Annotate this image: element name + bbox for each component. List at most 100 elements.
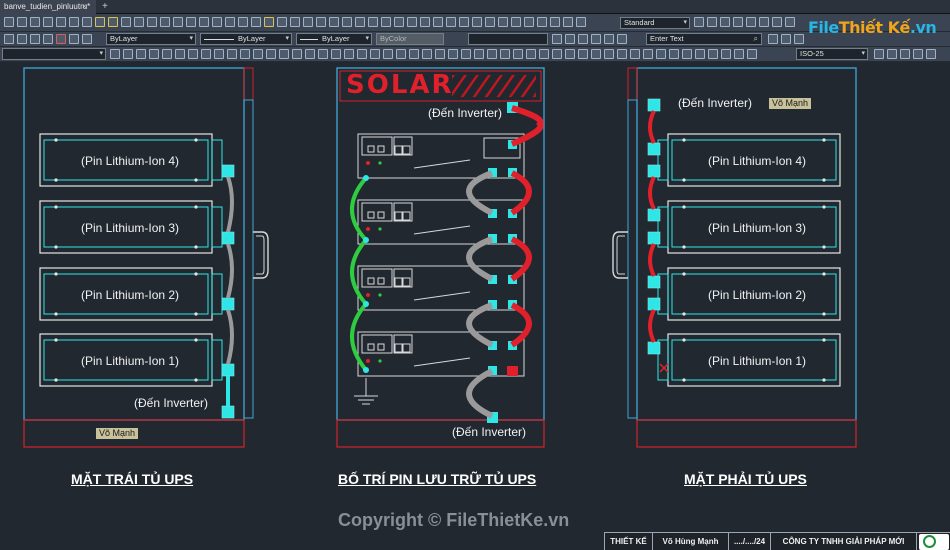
- stretch-icon[interactable]: [381, 17, 391, 27]
- cut-icon[interactable]: [56, 17, 66, 27]
- plot-icon[interactable]: [874, 49, 884, 59]
- erase-icon[interactable]: [277, 17, 287, 27]
- center-mark-icon[interactable]: [292, 49, 302, 59]
- preview-icon[interactable]: [900, 49, 910, 59]
- workspace-dropdown[interactable]: ▾: [2, 48, 106, 60]
- grid-icon[interactable]: [746, 17, 756, 27]
- field-icon[interactable]: [409, 49, 419, 59]
- tolerance-icon[interactable]: [279, 49, 289, 59]
- layout-icon[interactable]: [734, 49, 744, 59]
- linear-dim-icon[interactable]: [110, 49, 120, 59]
- offset-icon[interactable]: [316, 17, 326, 27]
- find-icon[interactable]: [422, 49, 432, 59]
- text-front-icon[interactable]: [604, 34, 614, 44]
- spline-icon[interactable]: [485, 17, 495, 27]
- table-icon[interactable]: [576, 17, 586, 27]
- copy-object-icon[interactable]: [290, 17, 300, 27]
- dim-edit-icon[interactable]: [331, 49, 341, 59]
- markup-icon[interactable]: [225, 17, 235, 27]
- jogged-linear-icon[interactable]: [318, 49, 328, 59]
- toolbar-icons-text[interactable]: [768, 34, 807, 44]
- justify-text-icon[interactable]: [794, 34, 804, 44]
- layer-lock-icon[interactable]: [82, 34, 92, 44]
- viewport-icon[interactable]: [708, 49, 718, 59]
- plot-style-dropdown[interactable]: ByColor: [376, 33, 444, 45]
- polar-icon[interactable]: [772, 17, 782, 27]
- snap-icon[interactable]: [733, 17, 743, 27]
- layer-freeze-icon[interactable]: [69, 34, 79, 44]
- layer-dropdown[interactable]: ByLayer ▾: [106, 33, 196, 45]
- scale-icon[interactable]: [368, 17, 378, 27]
- dim-text-edit-icon[interactable]: [344, 49, 354, 59]
- layer-off-icon[interactable]: [56, 34, 66, 44]
- block-icon[interactable]: [511, 17, 521, 27]
- revcloud-icon[interactable]: [526, 49, 536, 59]
- mline-icon[interactable]: [591, 49, 601, 59]
- open-icon[interactable]: [17, 17, 27, 27]
- bring-above-icon[interactable]: [578, 34, 588, 44]
- publish-icon[interactable]: [887, 49, 897, 59]
- dim-style-dropdown[interactable]: ISO-25 ▾: [796, 48, 868, 60]
- dim-update-icon[interactable]: [357, 49, 367, 59]
- toolbar-icons-layers[interactable]: [4, 34, 95, 44]
- render-icon[interactable]: [682, 49, 692, 59]
- divide-icon[interactable]: [474, 49, 484, 59]
- document-tab[interactable]: banve_tudien_pinluutru* ×: [0, 0, 96, 14]
- layer-properties-icon[interactable]: [4, 34, 14, 44]
- hatch-icon[interactable]: [498, 17, 508, 27]
- helix-icon[interactable]: [656, 49, 666, 59]
- 3d-icon[interactable]: [669, 49, 679, 59]
- properties-icon[interactable]: [173, 17, 183, 27]
- zoom-icon[interactable]: [134, 17, 144, 27]
- area-icon[interactable]: [435, 49, 445, 59]
- pencil-icon[interactable]: [264, 17, 274, 27]
- wipeout-icon[interactable]: [513, 49, 523, 59]
- leader-icon[interactable]: [563, 17, 573, 27]
- xref-icon[interactable]: [747, 49, 757, 59]
- ordinate-icon[interactable]: [149, 49, 159, 59]
- send-back-icon[interactable]: [565, 34, 575, 44]
- array-icon[interactable]: [329, 17, 339, 27]
- dim-space-icon[interactable]: [253, 49, 263, 59]
- scale-text-icon[interactable]: [781, 34, 791, 44]
- tool-palette-icon[interactable]: [199, 17, 209, 27]
- lineweight-dropdown[interactable]: ByLayer ▾: [296, 33, 372, 45]
- sheet-set-icon[interactable]: [212, 17, 222, 27]
- point-icon[interactable]: [461, 49, 471, 59]
- zoom-previous-icon[interactable]: [160, 17, 170, 27]
- dim-style-icon[interactable]: [694, 17, 704, 27]
- toolbar-icons-dimension[interactable]: [110, 49, 760, 59]
- insert-icon[interactable]: [524, 17, 534, 27]
- bring-front-icon[interactable]: [552, 34, 562, 44]
- page-setup-icon[interactable]: [913, 49, 923, 59]
- osnap-icon[interactable]: [785, 17, 795, 27]
- redo-icon[interactable]: [108, 17, 118, 27]
- search-icon[interactable]: ⌕: [754, 34, 758, 44]
- text-icon[interactable]: [537, 17, 547, 27]
- dim-break-icon[interactable]: [266, 49, 276, 59]
- jogged-icon[interactable]: [175, 49, 185, 59]
- toolbar-icons-draw-order[interactable]: [552, 34, 630, 44]
- extend-icon[interactable]: [407, 17, 417, 27]
- solid-icon[interactable]: [630, 49, 640, 59]
- dimension-icon[interactable]: [550, 17, 560, 27]
- circle-icon[interactable]: [446, 17, 456, 27]
- diameter-icon[interactable]: [188, 49, 198, 59]
- rotate-icon[interactable]: [355, 17, 365, 27]
- layer-previous-icon[interactable]: [30, 34, 40, 44]
- table-style-icon[interactable]: [707, 17, 717, 27]
- ellipse-icon[interactable]: [552, 49, 562, 59]
- drawing-canvas[interactable]: SOLAR (Pin Lithium-Ion 4) (Pin Lithium-I…: [0, 62, 950, 550]
- find-text-input[interactable]: Enter Text ⌕: [646, 33, 762, 45]
- region-icon[interactable]: [500, 49, 510, 59]
- quick-dim-icon[interactable]: [214, 49, 224, 59]
- measure-icon[interactable]: [487, 49, 497, 59]
- aligned-dim-icon[interactable]: [123, 49, 133, 59]
- send-under-icon[interactable]: [591, 34, 601, 44]
- new-file-icon[interactable]: [4, 17, 14, 27]
- undo-icon[interactable]: [95, 17, 105, 27]
- help-icon[interactable]: [251, 17, 261, 27]
- mtext-icon[interactable]: [396, 49, 406, 59]
- radius-icon[interactable]: [162, 49, 172, 59]
- angular-icon[interactable]: [201, 49, 211, 59]
